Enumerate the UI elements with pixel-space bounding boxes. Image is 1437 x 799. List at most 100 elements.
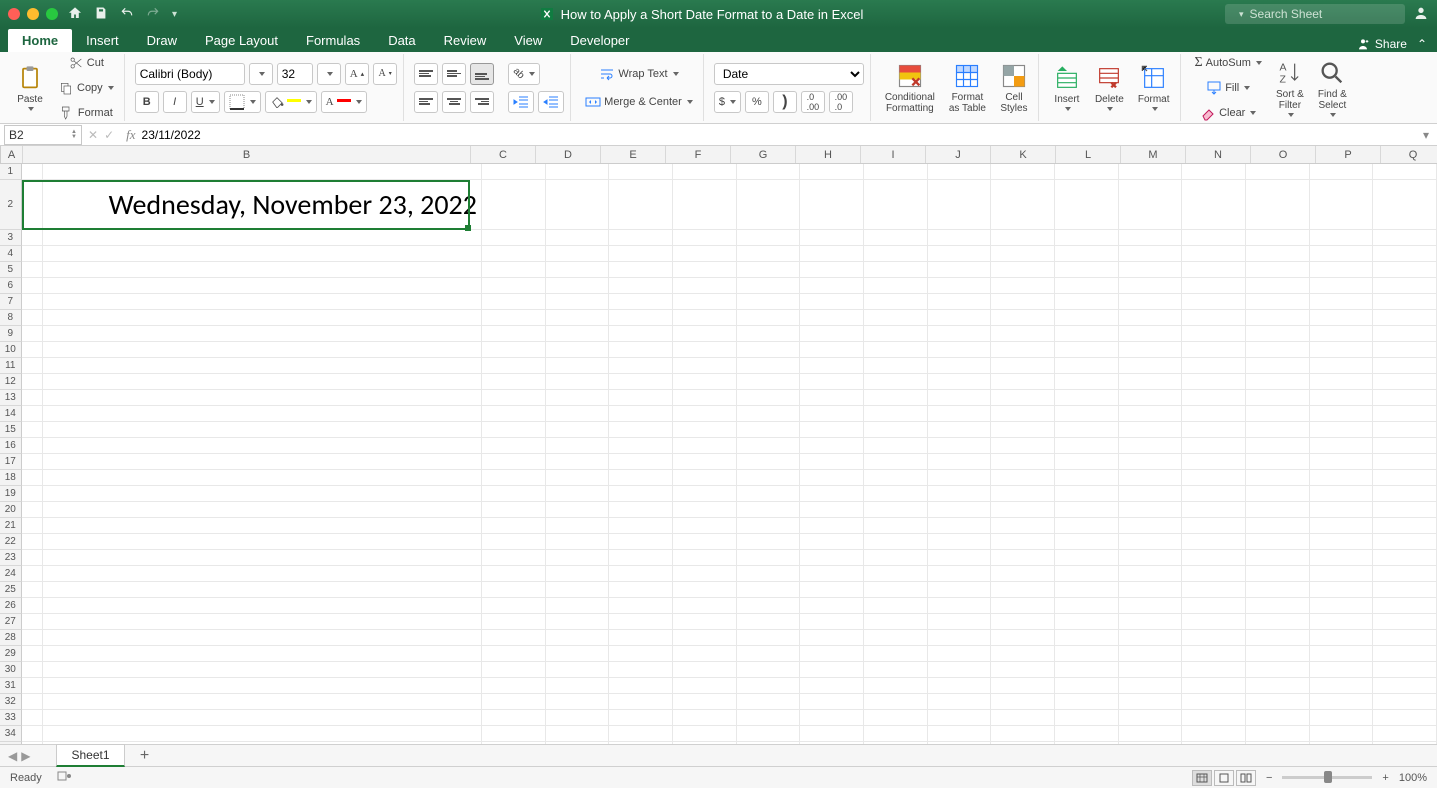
row-header[interactable]: 14 xyxy=(0,406,22,422)
cell[interactable] xyxy=(1119,438,1183,454)
cell[interactable] xyxy=(22,390,44,406)
cell[interactable] xyxy=(864,164,928,180)
cell[interactable] xyxy=(22,518,44,534)
cell[interactable] xyxy=(609,550,673,566)
cell[interactable] xyxy=(673,180,737,230)
cell[interactable] xyxy=(1119,374,1183,390)
cell[interactable] xyxy=(737,534,801,550)
row-header[interactable]: 21 xyxy=(0,518,22,534)
cell[interactable] xyxy=(1119,278,1183,294)
cell[interactable] xyxy=(22,614,44,630)
cell[interactable] xyxy=(22,470,44,486)
fx-icon[interactable]: fx xyxy=(126,127,135,143)
row-header[interactable]: 15 xyxy=(0,422,22,438)
cell[interactable] xyxy=(864,470,928,486)
cell[interactable] xyxy=(1310,262,1374,278)
cell[interactable] xyxy=(1373,646,1437,662)
tab-data[interactable]: Data xyxy=(374,29,429,52)
cell[interactable] xyxy=(737,326,801,342)
cell[interactable] xyxy=(1246,246,1310,262)
align-right-button[interactable] xyxy=(470,91,494,113)
cell[interactable] xyxy=(673,742,737,744)
cell[interactable] xyxy=(1182,694,1246,710)
cell[interactable] xyxy=(1246,164,1310,180)
cell[interactable] xyxy=(1246,454,1310,470)
insert-cells-button[interactable]: Insert xyxy=(1049,54,1085,121)
cell[interactable] xyxy=(546,742,610,744)
cell[interactable] xyxy=(482,310,546,326)
cell[interactable] xyxy=(1182,566,1246,582)
cell[interactable] xyxy=(482,598,546,614)
cell[interactable] xyxy=(22,454,44,470)
cell[interactable] xyxy=(864,390,928,406)
cell[interactable] xyxy=(991,582,1055,598)
row-header[interactable]: 6 xyxy=(0,278,22,294)
clear-button[interactable]: Clear xyxy=(1191,102,1266,124)
cell[interactable] xyxy=(1055,180,1119,230)
underline-button[interactable]: U xyxy=(191,91,220,113)
cell[interactable] xyxy=(22,422,44,438)
cell[interactable] xyxy=(22,566,44,582)
cell[interactable] xyxy=(1246,374,1310,390)
cell[interactable] xyxy=(1119,180,1183,230)
cell[interactable] xyxy=(1119,246,1183,262)
sheet-nav-prev-icon[interactable]: ◀ xyxy=(8,749,17,763)
row-header[interactable]: 7 xyxy=(0,294,22,310)
format-cells-button[interactable]: Format xyxy=(1134,54,1174,121)
cell[interactable] xyxy=(737,646,801,662)
cell[interactable] xyxy=(928,438,992,454)
cell[interactable] xyxy=(800,358,864,374)
cell[interactable] xyxy=(1373,390,1437,406)
font-name-select[interactable] xyxy=(135,63,245,85)
macro-record-icon[interactable] xyxy=(56,768,72,787)
cell[interactable] xyxy=(1373,326,1437,342)
fill-color-button[interactable] xyxy=(265,91,317,113)
cell[interactable] xyxy=(43,342,482,358)
cell[interactable] xyxy=(737,582,801,598)
col-header-E[interactable]: E xyxy=(601,146,666,163)
cell[interactable] xyxy=(482,454,546,470)
cell[interactable] xyxy=(737,598,801,614)
cell[interactable] xyxy=(864,518,928,534)
cell[interactable] xyxy=(737,262,801,278)
cell[interactable] xyxy=(546,294,610,310)
cell[interactable] xyxy=(482,566,546,582)
currency-button[interactable]: $ xyxy=(714,91,741,113)
cell[interactable] xyxy=(737,726,801,742)
increase-font-button[interactable]: A▴ xyxy=(345,63,369,85)
cell[interactable] xyxy=(737,630,801,646)
col-header-H[interactable]: H xyxy=(796,146,861,163)
zoom-slider[interactable] xyxy=(1282,776,1372,779)
cell[interactable] xyxy=(1055,518,1119,534)
cell[interactable] xyxy=(22,262,44,278)
col-header-Q[interactable]: Q xyxy=(1381,146,1437,163)
cell[interactable] xyxy=(43,678,482,694)
cell[interactable] xyxy=(800,180,864,230)
cell[interactable] xyxy=(1119,230,1183,246)
cell[interactable] xyxy=(22,278,44,294)
cell[interactable] xyxy=(928,678,992,694)
cell[interactable] xyxy=(1055,230,1119,246)
cell[interactable] xyxy=(1055,246,1119,262)
normal-view-button[interactable] xyxy=(1192,770,1212,786)
cell[interactable] xyxy=(991,310,1055,326)
cell[interactable] xyxy=(673,278,737,294)
cell[interactable] xyxy=(1310,742,1374,744)
cell[interactable] xyxy=(991,390,1055,406)
cell[interactable] xyxy=(673,326,737,342)
cell[interactable] xyxy=(673,582,737,598)
cell[interactable] xyxy=(928,374,992,390)
cell[interactable] xyxy=(1246,326,1310,342)
cell[interactable] xyxy=(482,326,546,342)
cell[interactable] xyxy=(928,180,992,230)
cell[interactable] xyxy=(864,726,928,742)
cell[interactable] xyxy=(1310,374,1374,390)
cell[interactable] xyxy=(1182,438,1246,454)
cell[interactable] xyxy=(1119,710,1183,726)
cell[interactable] xyxy=(1310,598,1374,614)
cell[interactable] xyxy=(1310,486,1374,502)
cell[interactable] xyxy=(1055,164,1119,180)
cut-button[interactable]: Cut xyxy=(54,52,118,74)
cell[interactable] xyxy=(673,164,737,180)
cell[interactable] xyxy=(1055,694,1119,710)
